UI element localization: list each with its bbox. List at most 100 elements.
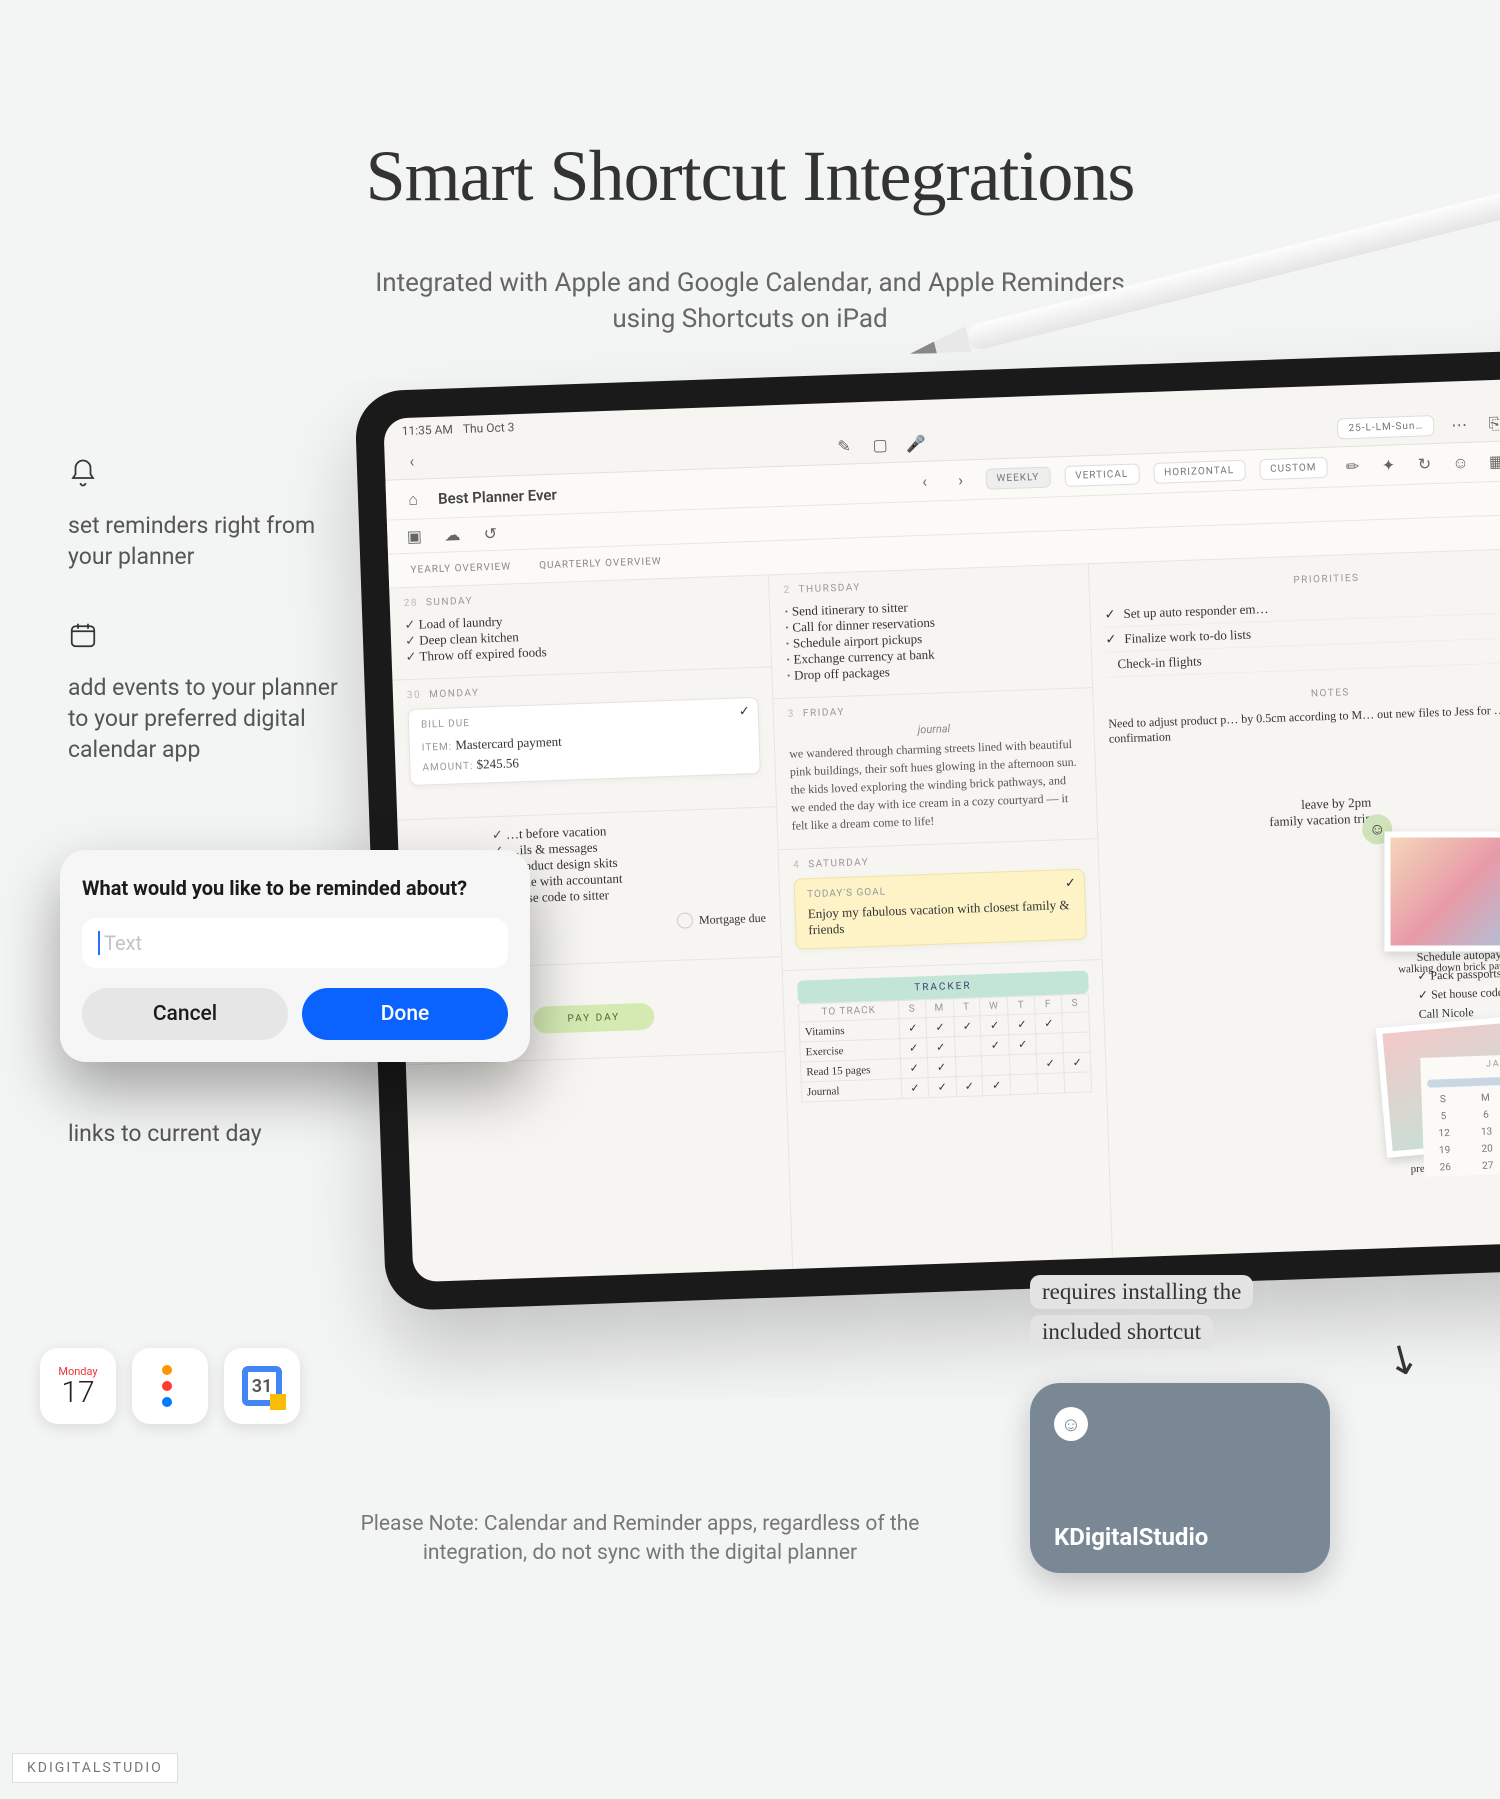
day-num: 2 <box>783 585 791 596</box>
nav-next-icon[interactable]: › <box>949 469 972 492</box>
subtitle-line-1: Integrated with Apple and Google Calenda… <box>375 268 1125 298</box>
tracker-row-name: Journal <box>801 1079 902 1102</box>
tracker-cell: ✓ <box>928 1077 956 1098</box>
mini-cal-day: S <box>1421 1090 1464 1108</box>
tab-yearly[interactable]: YEARLY OVERVIEW <box>410 561 511 576</box>
tracker-day: T <box>1008 996 1036 1015</box>
calendar-icon <box>68 620 348 658</box>
annotation-links: links to current day <box>68 1118 348 1149</box>
cloud-icon[interactable]: ☁ <box>441 524 464 547</box>
mini-calendar: JANU… S M T W 56781213141519202122262728… <box>1420 1052 1500 1177</box>
tracker-day: S <box>898 1000 926 1019</box>
view-tab-weekly[interactable]: WEEKLY <box>985 467 1050 490</box>
bill-amount-label: AMOUNT: <box>422 761 473 774</box>
view-tab-custom[interactable]: CUSTOM <box>1259 457 1328 480</box>
shapes-icon[interactable]: ▢ <box>869 434 892 457</box>
pen-tool-icon[interactable]: ✏ <box>1341 455 1364 478</box>
view-tab-horizontal[interactable]: HORIZONTAL <box>1153 460 1246 484</box>
day-label: SATURDAY <box>808 857 869 870</box>
tracker-cell: ✓ <box>956 1076 984 1097</box>
bill-item: Mastercard payment <box>455 734 562 753</box>
shortcut-label-1: requires installing the <box>1030 1275 1253 1309</box>
tracker-cell: ✓ <box>1035 1013 1063 1034</box>
annotation-events: add events to your planner to your prefe… <box>68 620 348 765</box>
mini-cal-cell: 6 <box>1464 1106 1500 1124</box>
mini-cal-cell: 27 <box>1466 1157 1500 1175</box>
dot-icon <box>162 1397 172 1407</box>
document-title: Best Planner Ever <box>438 485 557 507</box>
ellipsis-icon[interactable]: ⋯ <box>1448 413 1471 436</box>
tracker-cell: ✓ <box>926 1017 954 1038</box>
list-item: Set house code f… <box>1431 984 1500 1001</box>
check-icon: ✓ <box>1105 631 1116 647</box>
mic-icon[interactable]: 🎤 <box>905 432 928 455</box>
tracker-cell <box>982 1055 1010 1076</box>
shortcut-widget[interactable]: ☺ KDigitalStudio <box>1030 1383 1330 1573</box>
view-tab-vertical[interactable]: VERTICAL <box>1064 463 1140 487</box>
tracker-cell: ✓ <box>981 1035 1009 1056</box>
sunday-items: Load of laundry Deep clean kitchen Throw… <box>404 605 756 665</box>
day-thursday: 2THURSDAY Send itinerary to sitter Call … <box>769 564 1092 699</box>
goal-label: TODAY'S GOAL <box>807 880 1072 900</box>
tracker-cell: ✓ <box>1009 1034 1037 1055</box>
refresh-icon[interactable]: ↻ <box>1413 453 1436 476</box>
page-add-icon[interactable]: ⎘ <box>1484 412 1500 435</box>
grid-icon[interactable]: ▦ <box>1485 450 1500 473</box>
status-time: 11:35 AM <box>401 422 453 438</box>
popup-placeholder: Text <box>104 931 142 955</box>
day-label: FRIDAY <box>803 707 845 719</box>
home-icon[interactable]: ⌂ <box>402 488 425 511</box>
check-icon: ✓ <box>1065 876 1076 891</box>
back-icon[interactable]: ‹ <box>400 450 423 473</box>
priorities-heading: PRIORITIES <box>1103 566 1500 593</box>
day-label: THURSDAY <box>798 582 861 595</box>
bottom-note: Please Note: Calendar and Reminder apps,… <box>360 1510 920 1569</box>
shortcut-name: KDigitalStudio <box>1054 1523 1208 1551</box>
cal-day-num: 17 <box>61 1378 94 1408</box>
mortgage-label: Mortgage due <box>699 910 766 927</box>
vacation-note: leave by 2pm family vacation trip <box>1269 795 1373 831</box>
apps-icon[interactable]: ▣ <box>403 525 426 548</box>
empty-check-icon <box>1106 657 1110 673</box>
mortgage-pill: Mortgage due <box>677 906 767 933</box>
tracker-cell: ✓ <box>927 1057 955 1078</box>
bill-amount: $245.56 <box>476 755 519 771</box>
day-label: MONDAY <box>429 688 480 701</box>
tab-quarterly[interactable]: QUARTERLY OVERVIEW <box>539 556 662 571</box>
goal-text: Enjoy my fabulous vacation with closest … <box>808 897 1074 938</box>
tracker-cell: ✓ <box>980 1015 1008 1036</box>
popup-text-field[interactable]: Text <box>82 918 508 968</box>
tracker-cell: ✓ <box>927 1037 955 1058</box>
tracker-cell <box>954 1036 982 1057</box>
planner-body: 28SUNDAY Load of laundry Deep clean kitc… <box>389 548 1500 1283</box>
smiley-icon[interactable]: ☺ <box>1449 451 1472 474</box>
day-saturday: 4 SATURDAY ✓ TODAY'S GOAL Enjoy my fabulo… <box>779 839 1102 971</box>
cancel-button[interactable]: Cancel <box>82 988 288 1040</box>
day-label: SUNDAY <box>426 596 473 609</box>
check-icon: ✓ <box>739 704 750 719</box>
tracker-cell: ✓ <box>1036 1053 1064 1074</box>
bill-due-card: ✓ BILL DUE ITEM: Mastercard payment AMOU… <box>407 697 760 786</box>
mini-cal-cell: 5 <box>1422 1107 1465 1125</box>
journal-text: we wandered through charming streets lin… <box>789 735 1083 835</box>
day-num: 4 <box>793 859 801 870</box>
done-button[interactable]: Done <box>302 988 508 1040</box>
vacation-line-2: family vacation trip <box>1269 810 1372 830</box>
dot-icon <box>162 1365 172 1375</box>
file-chip[interactable]: 25-L-LM-Sun… <box>1337 415 1434 439</box>
priority-text: Set up auto responder em… <box>1123 601 1269 622</box>
sync-icon[interactable]: ↺ <box>479 522 502 545</box>
tracker-cell: ✓ <box>900 1058 928 1079</box>
sparkle-icon[interactable]: ✦ <box>1377 454 1400 477</box>
ipad-screen: 11:35 AM Thu Oct 3 ‹ ✎ ▢ 🎤 25-L-LM-Sun… … <box>383 378 1500 1282</box>
pencil-icon[interactable]: ✎ <box>833 435 856 458</box>
apple-reminders-icon <box>132 1348 208 1424</box>
smiley-icon: ☺ <box>1054 1407 1088 1441</box>
mini-cal-cell: 12 <box>1423 1124 1466 1142</box>
tracker-day: W <box>980 997 1008 1016</box>
nav-prev-icon[interactable]: ‹ <box>913 470 936 493</box>
mini-cal-cell: 19 <box>1423 1141 1466 1159</box>
mini-cal-cell: 13 <box>1465 1123 1500 1141</box>
gcal-num: 31 <box>242 1366 282 1406</box>
priority-text: Finalize work to-do lists <box>1124 627 1251 647</box>
